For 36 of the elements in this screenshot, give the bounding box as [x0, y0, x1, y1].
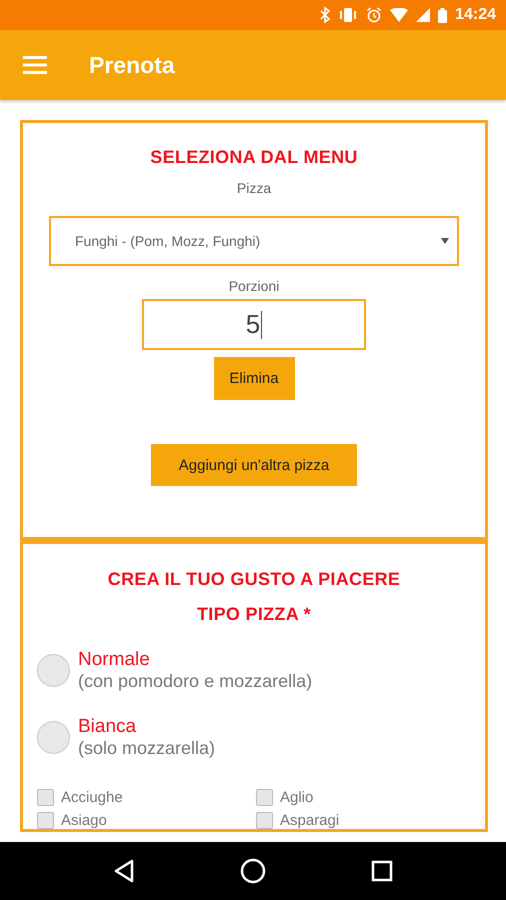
checkbox[interactable] — [37, 812, 54, 829]
pizza-type-name: Bianca — [78, 716, 138, 738]
screen-title: Prenota — [89, 52, 175, 78]
portions-input-field[interactable]: 5 — [142, 299, 366, 350]
topping-label: Asiago — [61, 812, 107, 829]
checkbox[interactable] — [256, 812, 273, 829]
home-icon[interactable] — [240, 858, 266, 884]
topping-label: Asparagi — [280, 812, 340, 829]
field-label: Pizza — [236, 180, 272, 196]
menu-icon[interactable] — [23, 56, 47, 74]
signal-icon — [416, 8, 430, 22]
field-label: Porzioni — [228, 278, 280, 294]
alarm-icon — [366, 7, 382, 23]
topping-label: Aglio — [280, 789, 314, 806]
section-title: SELEZIONA DAL MENU — [150, 147, 358, 168]
checkbox[interactable] — [37, 789, 54, 806]
pizza-type-name: Normale — [78, 649, 151, 671]
radio-button[interactable] — [37, 654, 70, 687]
wifi-icon — [390, 8, 408, 22]
back-icon[interactable] — [112, 859, 135, 883]
bluetooth-icon — [320, 7, 330, 23]
pizza-type-description: (solo mozzarella) — [78, 738, 216, 759]
pizza-dropdown[interactable]: Funghi - (Pom, Mozz, Funghi) — [49, 216, 459, 266]
section-title: CREA IL TUO GUSTO A PIACERE — [106, 569, 402, 590]
dropdown-arrow-icon — [441, 238, 449, 244]
add-pizza-button[interactable]: Aggiungi un'altra pizza — [151, 444, 357, 486]
battery-icon — [438, 8, 448, 22]
recents-icon[interactable] — [371, 860, 394, 882]
vibrate-icon — [338, 7, 358, 23]
checkbox[interactable] — [256, 789, 273, 806]
topping-label: Acciughe — [61, 789, 123, 806]
pizza-type-description: (con pomodoro e mozzarella) — [78, 671, 312, 692]
clock-time: 14:24 — [455, 6, 496, 24]
delete-button[interactable]: Elimina — [214, 357, 294, 400]
section-subtitle: TIPO PIZZA * — [196, 604, 312, 625]
radio-button[interactable] — [37, 721, 70, 754]
